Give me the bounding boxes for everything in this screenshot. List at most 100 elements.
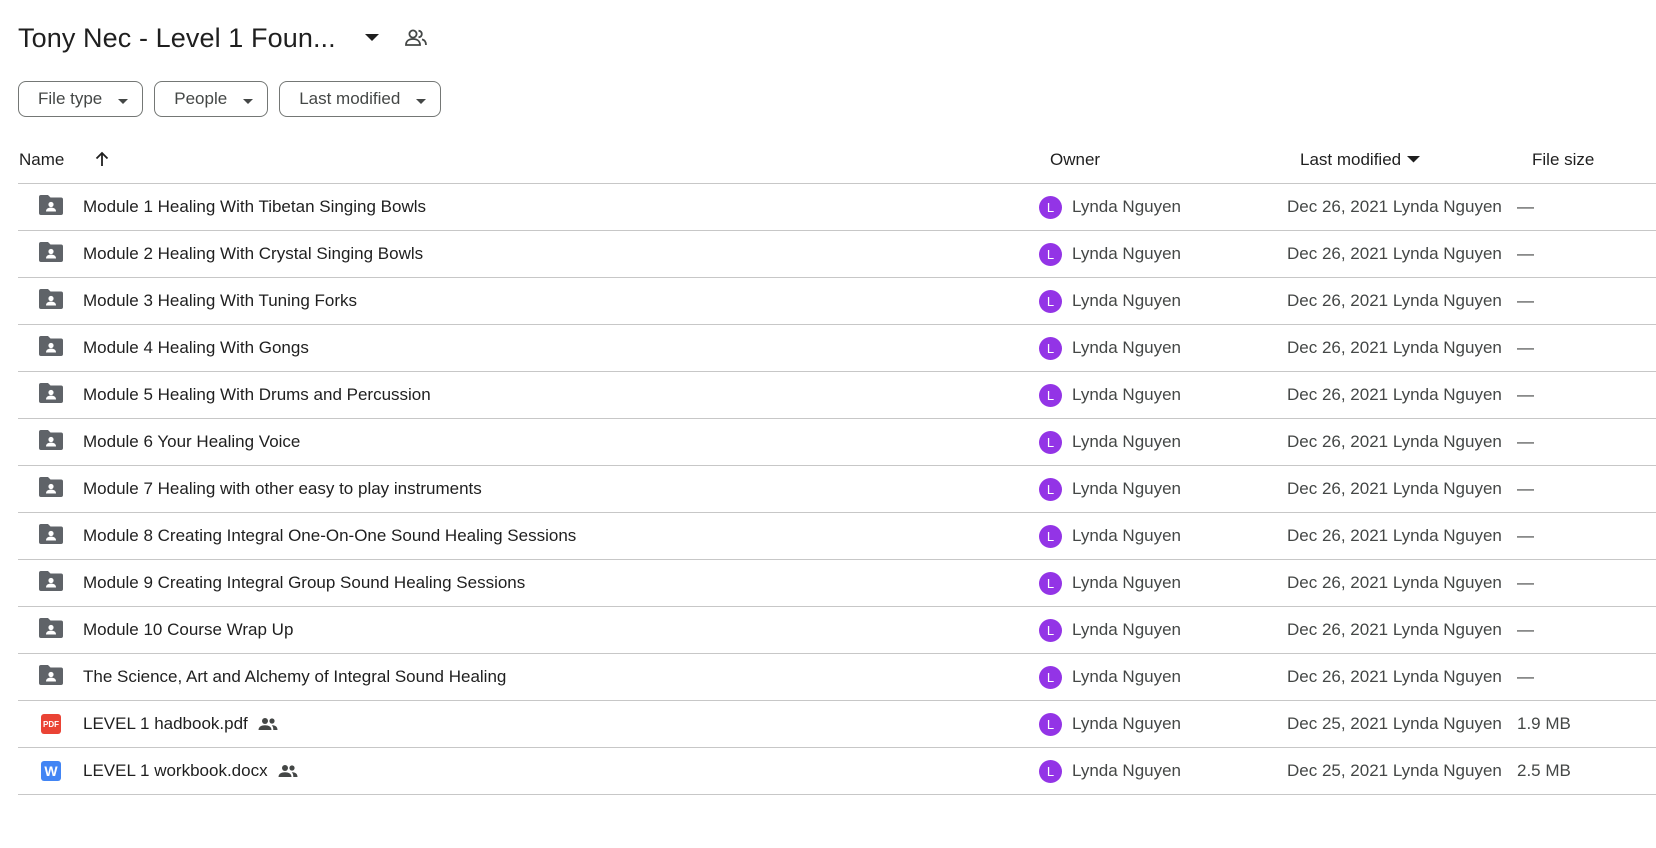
people-outline-icon[interactable] <box>400 22 432 54</box>
owner-cell: L Lynda Nguyen <box>1039 748 1181 794</box>
arrow-drop-down-icon <box>243 89 254 109</box>
table-header: Name Owner Last modified File size <box>18 136 1656 184</box>
name-column-header[interactable]: Name <box>19 136 64 183</box>
owner-cell: L Lynda Nguyen <box>1039 654 1181 700</box>
file-name[interactable]: Module 2 Healing With Crystal Singing Bo… <box>83 244 423 264</box>
file-name[interactable]: Module 4 Healing With Gongs <box>83 338 309 358</box>
people-filter-chip[interactable]: People <box>154 81 269 117</box>
owner-name: Lynda Nguyen <box>1072 714 1182 733</box>
table-row[interactable]: Module 9 Creating Integral Group Sound H… <box>18 560 1656 607</box>
table-row[interactable]: Module 3 Healing With Tuning Forks L Lynda… <box>18 278 1656 325</box>
file-name-cell: Module 4 Healing With Gongs <box>83 325 309 371</box>
file-name[interactable]: LEVEL 1 hadbook.pdf <box>83 714 248 734</box>
table-row[interactable]: Module 1 Healing With Tibetan Singing Bo… <box>18 184 1656 231</box>
table-row[interactable]: Module 7 Healing with other easy to play… <box>18 466 1656 513</box>
arrow-drop-down-icon <box>1407 156 1421 163</box>
table-row[interactable]: Module 6 Your Healing Voice L Lynda Nguyen… <box>18 419 1656 466</box>
table-row[interactable]: W LEVEL 1 workbook.docx L Lynda Nguyen Dec 2… <box>18 748 1656 795</box>
table-row[interactable]: Module 8 Creating Integral One-On-One So… <box>18 513 1656 560</box>
file-size-cell: — <box>1517 479 1534 498</box>
file-name[interactable]: Module 8 Creating Integral One-On-One So… <box>83 526 576 546</box>
file-type-icon-cell <box>38 654 64 700</box>
last-modified-cell: Dec 26, 2021 Lynda Nguyen <box>1287 620 1502 639</box>
table-row[interactable]: Module 5 Healing With Drums and Percussi… <box>18 372 1656 419</box>
file-name[interactable]: Module 7 Healing with other easy to play… <box>83 479 482 499</box>
owner-name: Lynda Nguyen <box>1072 244 1182 263</box>
avatar: L <box>1039 665 1062 689</box>
pdf-file-icon: PDF <box>41 714 61 734</box>
owner-cell: L Lynda Nguyen <box>1039 325 1181 371</box>
last-modified-cell: Dec 25, 2021 Lynda Nguyen <box>1287 714 1502 733</box>
shared-folder-icon <box>39 288 63 314</box>
file-size-cell: 2.5 MB <box>1517 761 1571 780</box>
chip-label: File type <box>38 89 103 108</box>
last-modified-column-header[interactable]: Last modified <box>1300 136 1421 183</box>
sort-arrow-up-icon[interactable] <box>88 145 116 173</box>
shared-folder-icon <box>39 617 63 643</box>
owner-name: Lynda Nguyen <box>1072 573 1182 592</box>
owner-cell: L Lynda Nguyen <box>1039 560 1181 606</box>
avatar: L <box>1039 242 1062 266</box>
file-name[interactable]: Module 9 Creating Integral Group Sound H… <box>83 573 525 593</box>
arrow-drop-down-icon[interactable] <box>358 24 386 52</box>
table-row[interactable]: Module 10 Course Wrap Up L Lynda Nguyen Dec… <box>18 607 1656 654</box>
folder-header: Tony Nec - Level 1 Foun... <box>18 14 432 62</box>
file-name-cell: Module 10 Course Wrap Up <box>83 607 293 653</box>
avatar: L <box>1039 289 1062 313</box>
file-name-cell: Module 3 Healing With Tuning Forks <box>83 278 357 324</box>
folder-title[interactable]: Tony Nec - Level 1 Foun... <box>18 23 336 54</box>
table-row[interactable]: Module 2 Healing With Crystal Singing Bo… <box>18 231 1656 278</box>
file-name[interactable]: Module 5 Healing With Drums and Percussi… <box>83 385 431 405</box>
file-name[interactable]: The Science, Art and Alchemy of Integral… <box>83 667 506 687</box>
file-name[interactable]: Module 3 Healing With Tuning Forks <box>83 291 357 311</box>
owner-cell: L Lynda Nguyen <box>1039 701 1181 747</box>
file-size-cell: — <box>1517 526 1534 545</box>
shared-folder-icon <box>39 523 63 549</box>
table-row[interactable]: Module 4 Healing With Gongs L Lynda Nguyen… <box>18 325 1656 372</box>
chip-label: People <box>174 89 228 108</box>
file-type-icon-cell <box>38 513 64 559</box>
file-name[interactable]: Module 10 Course Wrap Up <box>83 620 293 640</box>
avatar: L <box>1039 524 1062 548</box>
last-modified-cell: Dec 26, 2021 Lynda Nguyen <box>1287 526 1502 545</box>
avatar: L <box>1039 712 1062 736</box>
arrow-drop-down-icon <box>118 89 129 109</box>
filter-chips: File type People Last modified <box>18 81 442 117</box>
last-modified-cell: Dec 26, 2021 Lynda Nguyen <box>1287 338 1502 357</box>
chip-label: Last modified <box>299 89 401 108</box>
avatar: L <box>1039 336 1062 360</box>
file-name-cell: Module 1 Healing With Tibetan Singing Bo… <box>83 184 426 230</box>
owner-name: Lynda Nguyen <box>1072 385 1182 404</box>
owner-cell: L Lynda Nguyen <box>1039 513 1181 559</box>
file-name[interactable]: Module 6 Your Healing Voice <box>83 432 300 452</box>
avatar: L <box>1039 618 1062 642</box>
file-type-icon-cell: W <box>38 748 64 794</box>
file-type-filter-chip[interactable]: File type <box>18 81 144 117</box>
owner-name: Lynda Nguyen <box>1072 432 1182 451</box>
file-name[interactable]: LEVEL 1 workbook.docx <box>83 761 268 781</box>
owner-name: Lynda Nguyen <box>1072 526 1182 545</box>
owner-cell: L Lynda Nguyen <box>1039 278 1181 324</box>
file-name-cell: Module 9 Creating Integral Group Sound H… <box>83 560 525 606</box>
file-size-cell: — <box>1517 197 1534 216</box>
file-name-cell: Module 6 Your Healing Voice <box>83 419 300 465</box>
last-modified-cell: Dec 26, 2021 Lynda Nguyen <box>1287 479 1502 498</box>
owner-name: Lynda Nguyen <box>1072 197 1182 216</box>
avatar: L <box>1039 571 1062 595</box>
shared-folder-icon <box>39 194 63 220</box>
table-row[interactable]: PDF LEVEL 1 hadbook.pdf L Lynda Nguyen Dec 2… <box>18 701 1656 748</box>
owner-cell: L Lynda Nguyen <box>1039 184 1181 230</box>
file-name-cell: Module 2 Healing With Crystal Singing Bo… <box>83 231 423 277</box>
file-type-icon-cell <box>38 231 64 277</box>
file-name[interactable]: Module 1 Healing With Tibetan Singing Bo… <box>83 197 426 217</box>
file-type-icon-cell <box>38 607 64 653</box>
avatar: L <box>1039 195 1062 219</box>
last-modified-cell: Dec 26, 2021 Lynda Nguyen <box>1287 667 1502 686</box>
drive-folder-view: Tony Nec - Level 1 Foun... File type Peo… <box>0 0 1656 848</box>
file-name-cell: Module 7 Healing with other easy to play… <box>83 466 482 512</box>
file-size-cell: — <box>1517 620 1534 639</box>
last-modified-cell: Dec 26, 2021 Lynda Nguyen <box>1287 385 1502 404</box>
last-modified-filter-chip[interactable]: Last modified <box>279 81 442 117</box>
arrow-drop-down-icon <box>416 89 427 109</box>
table-row[interactable]: The Science, Art and Alchemy of Integral… <box>18 654 1656 701</box>
